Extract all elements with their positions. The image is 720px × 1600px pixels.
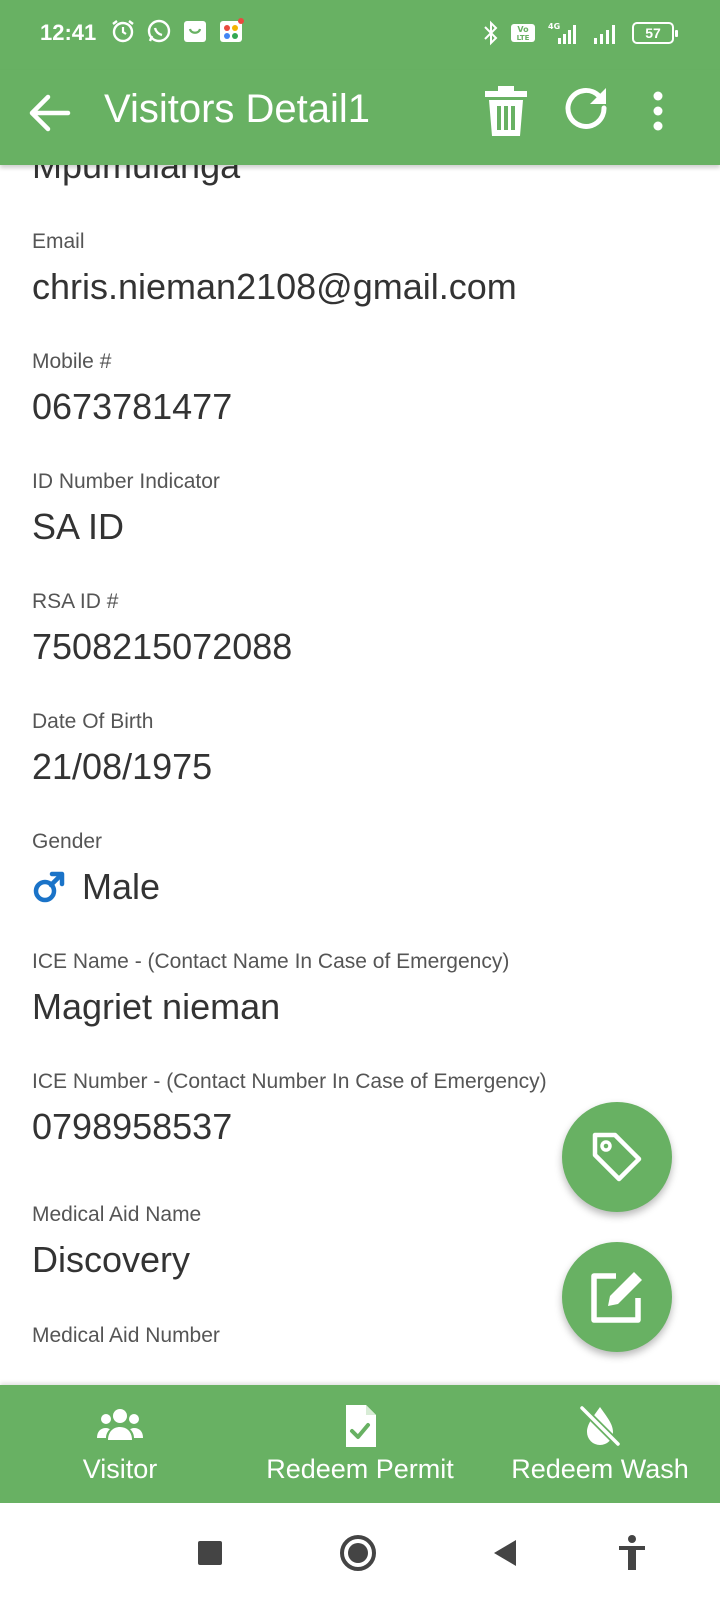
province-value: Mpumulanga	[32, 165, 241, 186]
delete-icon[interactable]	[482, 84, 530, 138]
app-grid-icon	[220, 18, 244, 42]
notification-icons	[110, 18, 244, 44]
nav-redeem-wash[interactable]: Redeem Wash	[480, 1385, 720, 1503]
mobile-value: 0673781477	[32, 386, 233, 427]
nav-redeem-permit-label: Redeem Permit	[266, 1453, 454, 1484]
nav-visitor-label: Visitor	[82, 1453, 158, 1484]
tag-fab-button[interactable]	[562, 1102, 672, 1212]
gender-label: Gender	[32, 830, 103, 853]
dob-value: 21/08/1975	[32, 746, 213, 787]
more-vert-icon[interactable]	[646, 84, 670, 138]
rsa-id-label: RSA ID #	[32, 590, 119, 613]
gender-value: Male	[82, 866, 161, 907]
email-field: Email chris.nieman2108@gmail.com	[32, 230, 517, 308]
id-indicator-value: SA ID	[32, 506, 125, 547]
edit-icon	[591, 1272, 642, 1323]
system-navigation-bar	[0, 1503, 720, 1600]
status-time: 12:41	[40, 20, 97, 45]
email-label: Email	[32, 230, 85, 253]
mobile-label: Mobile #	[32, 350, 112, 373]
ice-number-label: ICE Number - (Contact Number In Case of …	[32, 1070, 547, 1093]
alarm-icon	[112, 20, 134, 43]
medical-aid-name-field: Medical Aid Name Discovery	[32, 1203, 201, 1281]
svg-text:4G: 4G	[548, 22, 560, 31]
dob-label: Date Of Birth	[32, 710, 154, 733]
signal-4g-icon: 4G	[548, 22, 576, 44]
ice-number-value: 0798958537	[32, 1106, 233, 1147]
gender-field: Gender Male	[32, 830, 160, 908]
volte-icon: VoLTE	[511, 24, 535, 42]
whatsapp-icon	[147, 19, 171, 43]
file-check-icon	[346, 1404, 376, 1447]
medical-aid-number-field: Medical Aid Number	[32, 1324, 220, 1360]
nav-redeem-wash-label: Redeem Wash	[511, 1453, 689, 1484]
medical-aid-name-value: Discovery	[32, 1239, 191, 1280]
tag-icon	[592, 1132, 642, 1182]
rsa-id-value: 7508215072088	[32, 626, 293, 667]
back-triangle-icon[interactable]	[484, 1531, 528, 1575]
email-value: chris.nieman2108@gmail.com	[32, 266, 517, 307]
dob-field: Date Of Birth 21/08/1975	[32, 710, 212, 788]
svg-text:Vo: Vo	[517, 25, 529, 34]
rsa-id-field: RSA ID # 7508215072088	[32, 590, 292, 668]
svg-text:LTE: LTE	[517, 34, 530, 42]
shopping-bag-icon	[184, 21, 206, 42]
ice-name-field: ICE Name - (Contact Name In Case of Emer…	[32, 950, 509, 1028]
recents-icon[interactable]	[188, 1531, 232, 1575]
no-water-icon	[579, 1405, 621, 1446]
users-icon	[97, 1408, 143, 1440]
medical-aid-name-label: Medical Aid Name	[32, 1203, 202, 1226]
bluetooth-icon	[484, 20, 498, 46]
medical-aid-number-label: Medical Aid Number	[32, 1324, 220, 1347]
battery-indicator: 57	[632, 22, 678, 44]
accessibility-icon[interactable]	[610, 1531, 654, 1575]
mobile-field: Mobile # 0673781477	[32, 350, 232, 428]
home-icon[interactable]	[336, 1531, 380, 1575]
nav-visitor[interactable]: Visitor	[0, 1385, 240, 1503]
signal-icon	[594, 25, 615, 44]
ice-name-value: Magriet nieman	[32, 986, 281, 1027]
nav-redeem-permit[interactable]: Redeem Permit	[240, 1385, 480, 1503]
app-bar: Visitors Detail1	[0, 70, 720, 165]
back-arrow-icon[interactable]	[24, 88, 74, 138]
province-field: Mpumulanga	[32, 165, 240, 187]
bottom-navigation: Visitor Redeem Permit Redeem Wash	[0, 1385, 720, 1503]
ice-number-field: ICE Number - (Contact Number In Case of …	[32, 1070, 547, 1148]
ice-name-label: ICE Name - (Contact Name In Case of Emer…	[32, 950, 510, 973]
id-indicator-field: ID Number Indicator SA ID	[32, 470, 220, 548]
status-bar: 12:41 Vo LTE 4G 57	[0, 0, 720, 70]
id-indicator-label: ID Number Indicator	[32, 470, 220, 493]
edit-fab-button[interactable]	[562, 1242, 672, 1352]
male-icon	[33, 871, 65, 903]
page-title: Visitors Detail1	[104, 87, 371, 131]
gender-value-row: Male	[32, 866, 160, 908]
refresh-icon[interactable]	[560, 84, 614, 138]
